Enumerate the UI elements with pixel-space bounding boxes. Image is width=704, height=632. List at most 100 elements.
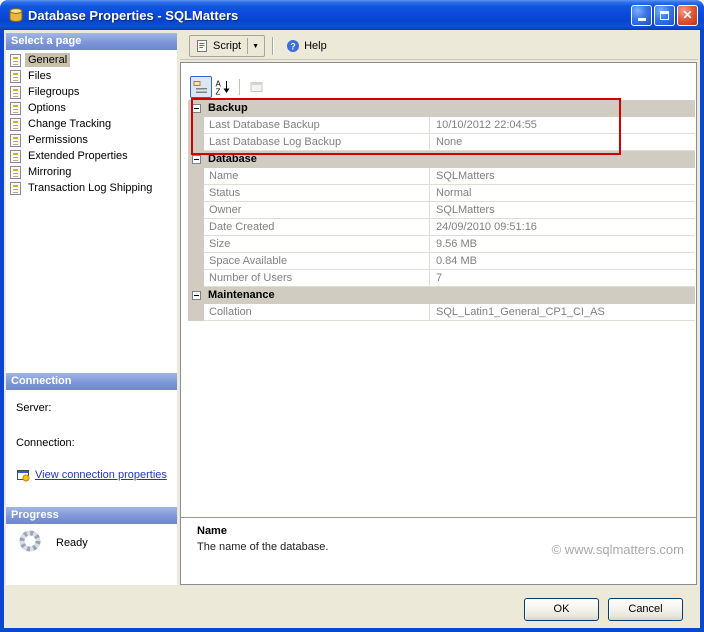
help-button[interactable]: ? Help [281,35,332,57]
watermark: © www.sqlmatters.com [551,542,684,557]
grid-margin [188,219,204,236]
page-label: General [25,53,71,67]
property-description-pane: Name The name of the database. © www.sql… [181,517,696,584]
page-icon [10,85,21,99]
page-label: Files [28,70,52,82]
ok-button[interactable]: OK [524,598,599,621]
minimize-button[interactable] [631,4,652,26]
svg-text:Z: Z [216,88,221,96]
window-title: Database Properties - SQLMatters [28,7,239,23]
main-toolbar: Script ▼ ? Help [180,33,698,60]
categorized-button[interactable] [190,76,212,98]
property-name: Status [204,185,430,202]
property-value: 9.56 MB [430,236,695,253]
property-value: Normal [430,185,695,202]
sidebar-item-filegroups[interactable]: Filegroups [6,84,177,100]
collapse-minus-icon[interactable] [191,291,201,300]
window-controls: ✕ [629,4,698,26]
page-label: Options [28,102,66,114]
property-row-date-created[interactable]: Date Created 24/09/2010 09:51:16 [188,219,695,236]
page-label: Filegroups [28,86,80,98]
page-icon [10,101,21,115]
property-row-last-database-log-backup[interactable]: Last Database Log Backup None [188,134,695,151]
grid-margin [188,100,204,117]
grid-margin [188,168,204,185]
sidebar-item-transaction-log-shipping[interactable]: Transaction Log Shipping [6,180,177,196]
title-bar[interactable]: Database Properties - SQLMatters ✕ [0,0,704,30]
property-row-name[interactable]: Name SQLMatters [188,168,695,185]
view-connection-properties-link[interactable]: View connection properties [16,468,167,482]
page-icon [10,133,21,147]
page-label: Mirroring [28,166,72,178]
cancel-button[interactable]: Cancel [608,598,683,621]
grid-margin [188,117,204,134]
property-value: 0.84 MB [430,253,695,270]
property-name: Number of Users [204,270,430,287]
category-label: Maintenance [208,289,275,301]
script-button[interactable]: Script ▼ [189,35,266,57]
progress-spinner-icon [19,530,41,552]
property-value: SQLMatters [430,168,695,185]
property-name: Name [204,168,430,185]
property-row-space-available[interactable]: Space Available 0.84 MB [188,253,695,270]
property-name: Size [204,236,430,253]
connection-panel: Server: Connection: View connection prop… [6,390,177,507]
collapse-minus-icon[interactable] [191,104,201,113]
property-row-number-of-users[interactable]: Number of Users 7 [188,270,695,287]
property-row-status[interactable]: Status Normal [188,185,695,202]
page-label: Change Tracking [28,118,112,130]
close-button[interactable]: ✕ [677,4,698,26]
property-name: Space Available [204,253,430,270]
dialog-client-area: Select a page General Files Filegroups O… [4,30,700,628]
page-label: Extended Properties [28,150,128,162]
maximize-icon [660,10,669,20]
page-icon [10,165,21,179]
property-name: Collation [204,304,430,321]
sidebar-item-permissions[interactable]: Permissions [6,132,177,148]
category-row-database[interactable]: Database [188,151,695,168]
script-button-label: Script [213,40,242,52]
server-label: Server: [16,402,52,414]
sidebar-item-change-tracking[interactable]: Change Tracking [6,116,177,132]
property-value: 7 [430,270,695,287]
database-properties-window: Database Properties - SQLMatters ✕ Selec… [0,0,704,632]
property-row-size[interactable]: Size 9.56 MB [188,236,695,253]
link-label: View connection properties [35,469,167,481]
maximize-button[interactable] [654,4,675,26]
close-icon: ✕ [682,8,693,22]
description-title: Name [197,525,227,537]
sidebar-item-options[interactable]: Options [6,100,177,116]
property-row-collation[interactable]: Collation SQL_Latin1_General_CP1_CI_AS [188,304,695,321]
sidebar-item-mirroring[interactable]: Mirroring [6,164,177,180]
grid-margin [188,304,204,321]
help-icon: ? [286,39,300,53]
property-value: SQLMatters [430,202,695,219]
grid-toolbar-separator [239,79,241,95]
script-dropdown-arrow-icon[interactable]: ▼ [252,43,259,50]
connection-header: Connection [6,373,177,390]
property-row-last-database-backup[interactable]: Last Database Backup 10/10/2012 22:04:55 [188,117,695,134]
grid-margin [188,185,204,202]
grid-margin [188,270,204,287]
database-icon [9,8,23,23]
grid-margin [188,236,204,253]
property-grid-toolbar: A Z [190,76,268,98]
sidebar-item-extended-properties[interactable]: Extended Properties [6,148,177,164]
minimize-icon [637,18,646,21]
property-name: Last Database Log Backup [204,134,430,151]
svg-text:?: ? [290,42,296,52]
category-row-maintenance[interactable]: Maintenance [188,287,695,304]
property-name: Last Database Backup [204,117,430,134]
sidebar-item-general[interactable]: General [6,52,177,68]
progress-header: Progress [6,507,177,524]
property-row-owner[interactable]: Owner SQLMatters [188,202,695,219]
script-dropdown-separator [247,38,249,54]
page-icon [10,69,21,83]
alphabetical-sort-button[interactable]: A Z [212,76,234,98]
collapse-minus-icon[interactable] [191,155,201,164]
sidebar-item-files[interactable]: Files [6,68,177,84]
progress-status: Ready [56,537,88,549]
category-row-backup[interactable]: Backup [188,100,695,117]
toolbar-separator [272,37,275,55]
grid-margin [188,151,204,168]
